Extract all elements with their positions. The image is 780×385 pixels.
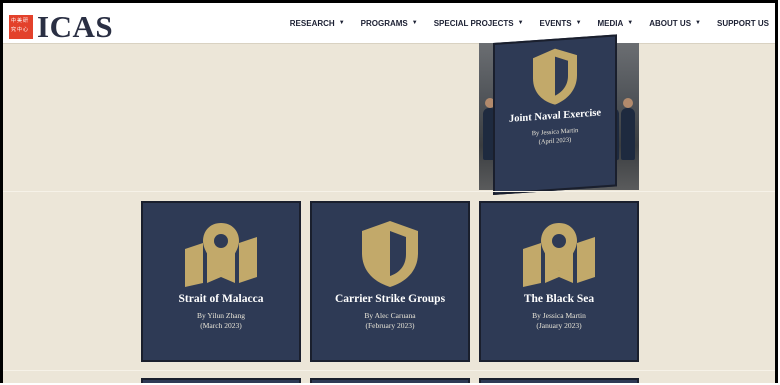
article-card-partial[interactable] [479,378,639,383]
chevron-down-icon: ▼ [338,20,345,26]
card-date: (March 2023) [200,321,242,330]
menu-programs[interactable]: PROGRAMS ▼ [361,19,418,28]
logo-text[interactable]: ICAS [37,9,113,45]
map-pin-icon [185,223,257,287]
section-divider [3,370,775,371]
logo-mark[interactable]: 中 美 研 究 中 心 [9,15,33,39]
menu-media[interactable]: MEDIA ▼ [598,19,634,28]
main-menu: RESEARCH ▼ PROGRAMS ▼ SPECIAL PROJECTS ▼ EV… [290,3,775,43]
shield-icon [362,221,418,287]
section-divider [3,191,775,192]
card-title[interactable]: Carrier Strike Groups [312,293,468,305]
card-title[interactable]: The Black Sea [481,293,637,305]
article-card[interactable]: Carrier Strike Groups By Alec Caruana (F… [310,201,470,362]
card-date: (January 2023) [536,321,582,330]
article-card-partial[interactable] [310,378,470,383]
chevron-down-icon: ▼ [695,20,701,26]
card-byline: By Alec Caruana [364,311,416,320]
shield-icon [533,48,577,105]
chevron-down-icon: ▼ [517,20,524,26]
menu-events[interactable]: EVENTS ▼ [540,19,582,28]
card-date: (February 2023) [365,321,415,330]
card-title[interactable]: Strait of Malacca [143,293,299,305]
chevron-down-icon: ▼ [411,20,418,26]
chevron-down-icon: ▼ [575,20,582,26]
photo-figure [621,98,635,160]
menu-support-us[interactable]: SUPPORT US [717,19,769,28]
top-navigation: 中 美 研 究 中 心 ICAS RESEARCH ▼ PROGRAMS ▼ SPE… [3,3,775,44]
map-pin-icon [523,223,595,287]
featured-title[interactable]: Joint Naval Exercise [495,106,615,125]
page-frame: 中 美 研 究 中 心 ICAS RESEARCH ▼ PROGRAMS ▼ SPE… [0,0,778,383]
menu-about-us[interactable]: ABOUT US ▼ [649,19,701,28]
menu-research[interactable]: RESEARCH ▼ [290,19,345,28]
article-card[interactable]: The Black Sea By Jessica Martin (January… [479,201,639,362]
menu-special-projects[interactable]: SPECIAL PROJECTS ▼ [434,19,524,28]
chevron-down-icon: ▼ [627,20,634,26]
card-byline: By Yilun Zhang [196,311,246,320]
article-card-partial[interactable] [141,378,301,383]
featured-card[interactable]: Joint Naval Exercise By Jessica Martin (… [493,34,617,196]
card-byline: By Jessica Martin [532,311,586,320]
article-card[interactable]: Strait of Malacca By Yilun Zhang (March … [141,201,301,362]
